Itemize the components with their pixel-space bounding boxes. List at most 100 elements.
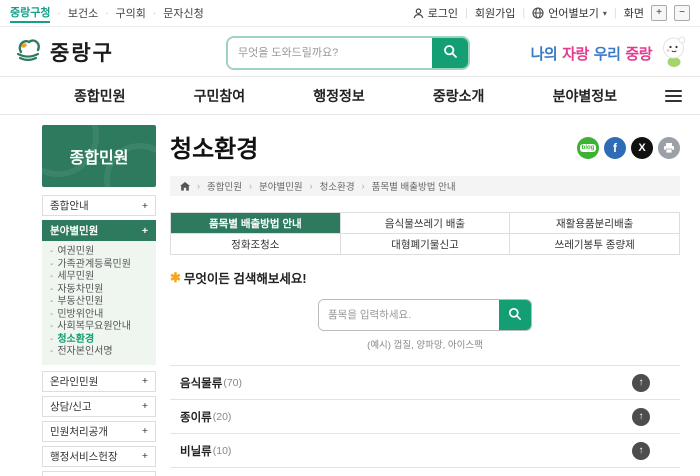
nav-item[interactable]: 분야별정보	[553, 86, 617, 106]
sidebar-menu-item[interactable]: 의견제출 +	[42, 470, 156, 476]
sidebar-menu-item[interactable]: 분야별민원 +	[42, 220, 156, 241]
login-link[interactable]: 로그인	[413, 5, 458, 21]
tab[interactable]: 재활용품분리배출	[510, 213, 680, 234]
language-select[interactable]: 언어별보기 ▾	[532, 5, 607, 21]
topbar-link[interactable]: · 구의회	[98, 5, 146, 21]
logo-text: 중랑구	[50, 41, 114, 65]
category-row[interactable]: 음식물류 (70) ↑	[170, 366, 680, 400]
category-row[interactable]: 페트, 플라스틱 (9) ↑	[170, 468, 680, 476]
tab[interactable]: 정화조청소	[171, 234, 341, 255]
item-search	[318, 299, 532, 331]
dash: -	[50, 246, 54, 257]
site-search-input[interactable]	[228, 38, 432, 68]
topbar-link[interactable]: · 보건소	[50, 5, 98, 21]
sidebar-menu-item[interactable]: 온라인민원 +	[42, 370, 156, 392]
share-buttons: blog f X	[577, 137, 680, 159]
sidebar-submenu-item[interactable]: - 세무민원	[50, 271, 148, 284]
mascot-icon	[660, 36, 688, 73]
tab[interactable]: 품목별 배출방법 안내	[171, 213, 341, 234]
signup-link[interactable]: 회원가입	[475, 5, 515, 21]
nav-item[interactable]: 구민참여	[194, 86, 246, 106]
asterisk-icon: ✱	[170, 269, 181, 285]
category-name: 종이류	[180, 411, 212, 424]
dash: -	[50, 333, 54, 345]
search-example-hint: (예시) 껍질, 양파망, 아이스팩	[367, 340, 483, 351]
separator: |	[465, 7, 468, 19]
expand-plus-icon: +	[141, 224, 148, 237]
item-search-button[interactable]	[499, 300, 531, 330]
sidebar-submenu-item[interactable]: - 사회복무요원안내	[50, 321, 148, 334]
sidebar-menu-item[interactable]: 행정서비스헌장 +	[42, 445, 156, 467]
breadcrumb-separator: ›	[309, 181, 313, 191]
collapse-arrow-button[interactable]: ↑	[632, 407, 650, 426]
category-count: (10)	[212, 444, 232, 457]
utility-bar: · 중랑구청 · 보건소 · 구의회 · 문자신청	[0, 0, 700, 27]
category-row[interactable]: 비닐류 (10) ↑	[170, 434, 680, 468]
menu-icon[interactable]	[663, 87, 684, 105]
page: · 중랑구청 · 보건소 · 구의회 · 문자신청	[0, 0, 700, 476]
quick-links: · 중랑구청 · 보건소 · 구의회 · 문자신청	[10, 4, 204, 23]
dash: -	[50, 271, 54, 282]
sidebar-submenu-item[interactable]: - 부동산민원	[50, 296, 148, 309]
topbar-link[interactable]: · 중랑구청	[10, 4, 51, 23]
category-count: (20)	[212, 410, 232, 423]
dot-separator: ·	[152, 7, 157, 19]
sidebar-submenu-item[interactable]: - 여권민원	[50, 246, 148, 259]
breadcrumb-separator: ›	[197, 181, 200, 191]
dash: -	[50, 296, 54, 307]
home-icon[interactable]	[180, 181, 190, 191]
print-icon[interactable]	[658, 137, 680, 159]
breadcrumb-item[interactable]: 분야별민원	[259, 179, 303, 193]
expand-plus-icon: +	[141, 375, 148, 387]
chevron-down-icon: ▾	[602, 8, 607, 18]
dash: -	[50, 321, 54, 332]
breadcrumb: › 종합민원 › 분야별민원 › 청소환경 › 품목별 배출방법 안내	[170, 176, 680, 196]
topbar-link[interactable]: · 문자신청	[146, 5, 204, 21]
collapse-arrow-button[interactable]: ↑	[632, 373, 650, 392]
sidebar-submenu-item[interactable]: - 가족관계등록민원	[50, 259, 148, 272]
nav-item[interactable]: 중랑소개	[433, 86, 485, 106]
facebook-share-icon[interactable]: f	[604, 137, 626, 159]
sidebar-submenu-item[interactable]: - 청소환경	[50, 334, 148, 347]
breadcrumb-item[interactable]: 청소환경	[320, 179, 355, 193]
sidebar-menu-item[interactable]: 상담/신고 +	[42, 395, 156, 417]
dash: -	[50, 258, 54, 270]
category-accordion: 음식물류 (70) ↑ 종이류 (20) ↑ 비닐류 (10) ↑	[170, 365, 680, 476]
sidebar-submenu: - 여권민원 - 가족관계등록민원 - 세무민원 - 자동차민원 - 부동산민원…	[42, 241, 156, 365]
separator: |	[613, 7, 617, 19]
sidebar-menu-item[interactable]: 종합안내 +	[42, 195, 156, 216]
main-nav: 종합민원 구민참여 행정정보 중랑소개 분야별정보	[0, 76, 700, 115]
sidebar-submenu-item[interactable]: - 자동차민원	[50, 284, 148, 297]
tab[interactable]: 음식물쓰레기 배출	[340, 213, 511, 234]
tab[interactable]: 쓰레기봉투 종량제	[510, 234, 680, 255]
sidebar-title: 종합민원	[42, 125, 156, 187]
collapse-arrow-button[interactable]: ↑	[632, 441, 650, 460]
site-logo[interactable]: 중랑구	[12, 34, 114, 69]
item-search-title: ✱ 무엇이든 검색해보세요!	[170, 269, 307, 287]
zoom-in-button[interactable]: +	[651, 5, 667, 21]
dash: -	[50, 346, 54, 357]
breadcrumb-item[interactable]: 종합민원	[207, 179, 242, 193]
site-search-button[interactable]	[432, 38, 468, 68]
x-share-icon[interactable]: X	[631, 137, 653, 159]
item-search-input[interactable]	[319, 300, 499, 330]
tab[interactable]: 대형폐기물신고	[340, 234, 511, 255]
nav-item[interactable]: 종합민원	[74, 86, 126, 106]
category-count: (70)	[223, 376, 243, 389]
globe-icon	[532, 7, 544, 19]
expand-plus-icon: +	[141, 400, 148, 412]
sidebar-submenu-item[interactable]: - 전자본인서명	[50, 346, 148, 359]
category-row[interactable]: 종이류 (20) ↑	[170, 400, 680, 434]
expand-plus-icon: +	[141, 450, 148, 462]
nav-item[interactable]: 행정정보	[313, 86, 365, 106]
sidebar-submenu-item[interactable]: - 민방위안내	[50, 309, 148, 322]
dash: -	[50, 283, 54, 295]
zoom-out-button[interactable]: −	[674, 5, 690, 21]
breadcrumb-separator: ›	[248, 181, 252, 191]
sidebar-menu-item[interactable]: 민원처리공개 +	[42, 420, 156, 442]
breadcrumb-item[interactable]: 품목별 배출방법 안내	[372, 179, 456, 193]
person-icon	[413, 7, 424, 19]
screen-zoom-label: 화면	[623, 8, 644, 20]
slogan: 나의 자랑 우리 중랑	[530, 46, 653, 63]
blog-share-icon[interactable]: blog	[577, 137, 599, 159]
